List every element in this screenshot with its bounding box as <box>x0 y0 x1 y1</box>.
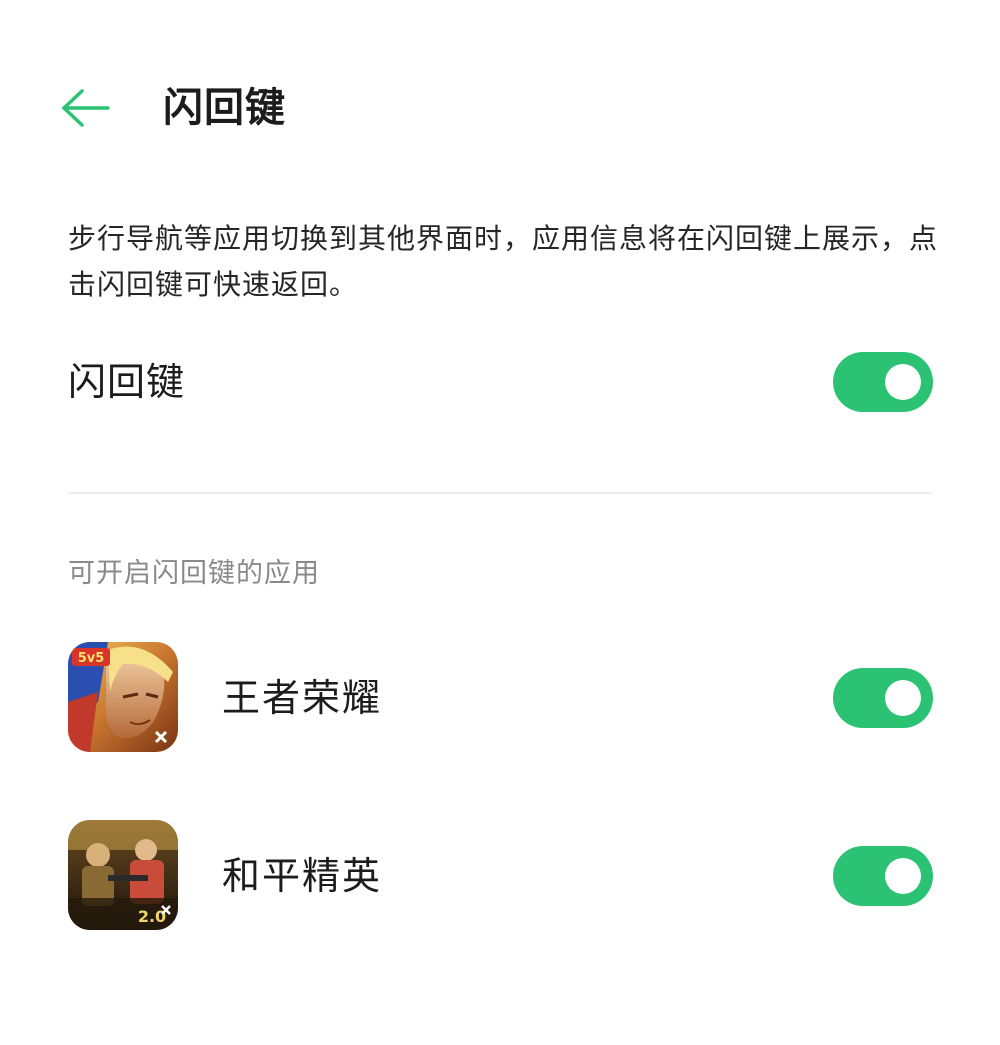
app-row-game-for-peace[interactable]: 2.0 和平精英 <box>0 818 1000 938</box>
app-label: 和平精英 <box>222 854 383 898</box>
svg-text:2.0: 2.0 <box>138 907 166 926</box>
flashback-key-label: 闪回键 <box>68 360 186 404</box>
flashback-key-toggle[interactable] <box>833 352 933 412</box>
section-header: 可开启闪回键的应用 <box>68 558 320 589</box>
honor-of-kings-app-icon: 5v5 <box>68 642 178 752</box>
header-bar: 闪回键 <box>0 60 1000 160</box>
page-title: 闪回键 <box>163 85 286 131</box>
toggle-knob <box>885 680 921 716</box>
divider <box>68 492 932 494</box>
toggle-knob <box>885 858 921 894</box>
svg-text:5v5: 5v5 <box>78 651 105 666</box>
feature-description: 步行导航等应用切换到其他界面时，应用信息将在闪回键上展示，点击闪回键可快速返回。 <box>68 222 939 301</box>
game-for-peace-toggle[interactable] <box>833 846 933 906</box>
back-button[interactable] <box>56 85 112 131</box>
game-for-peace-app-icon: 2.0 <box>68 820 178 930</box>
app-row-honor-of-kings[interactable]: 5v5 王者荣耀 <box>0 640 1000 760</box>
toggle-knob <box>885 364 921 400</box>
flashback-key-setting-row[interactable]: 闪回键 <box>0 340 1000 424</box>
app-label: 王者荣耀 <box>222 676 383 720</box>
honor-of-kings-toggle[interactable] <box>833 668 933 728</box>
arrow-left-icon <box>62 89 110 127</box>
